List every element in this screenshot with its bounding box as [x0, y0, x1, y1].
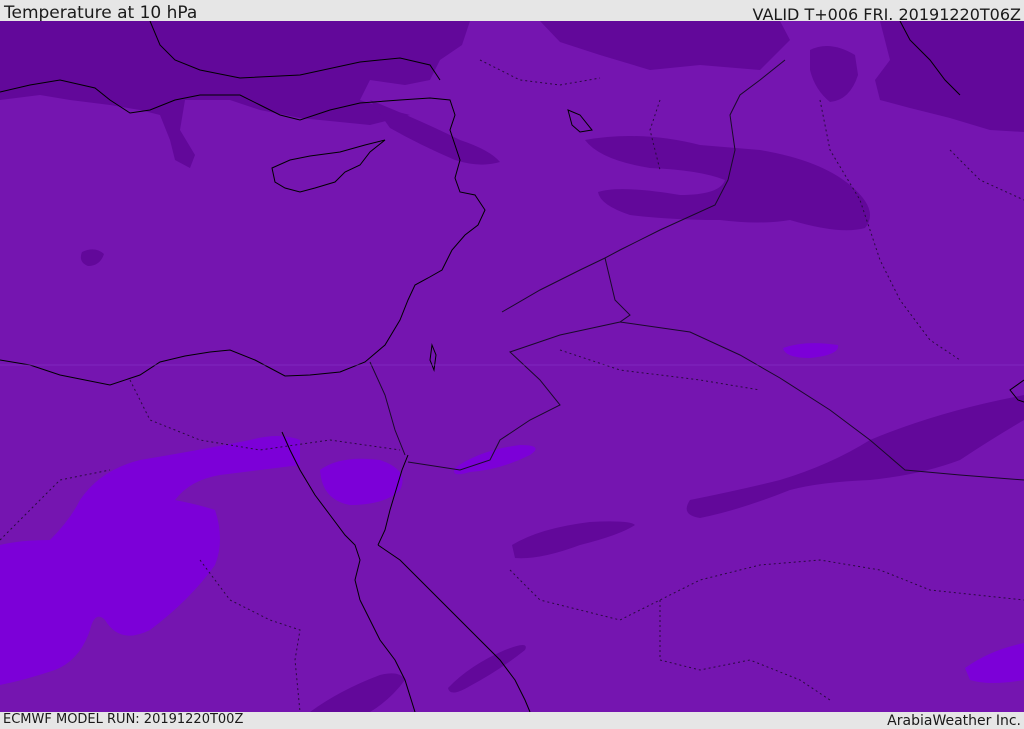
model-run: ECMWF MODEL RUN: 20191220T00Z: [3, 712, 244, 727]
map-title: Temperature at 10 hPa: [4, 3, 198, 23]
weather-map[interactable]: [0, 21, 1024, 712]
footer-bar: ECMWF MODEL RUN: 20191220T00Z ArabiaWeat…: [0, 712, 1024, 729]
header-bar: Temperature at 10 hPa VALID T+006 FRI. 2…: [0, 0, 1024, 24]
credit: ArabiaWeather Inc.: [887, 713, 1021, 729]
